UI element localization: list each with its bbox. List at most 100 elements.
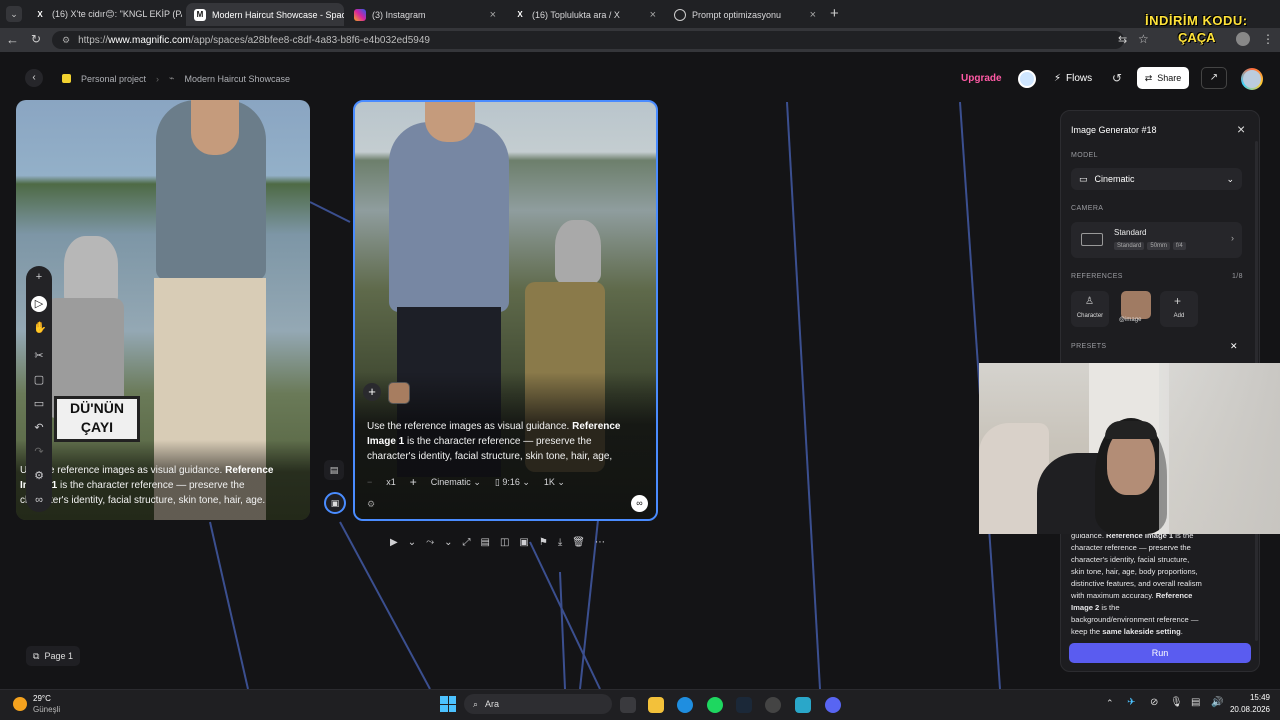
close-tab-icon[interactable]: × bbox=[810, 9, 816, 21]
play-icon[interactable]: ▶ bbox=[390, 537, 398, 548]
connect-icon[interactable]: ⤳ bbox=[426, 537, 434, 548]
flows-button[interactable]: ⚡ Flows bbox=[1054, 73, 1092, 84]
site-info-icon[interactable]: ⚙ bbox=[62, 35, 70, 46]
discord-icon[interactable] bbox=[825, 697, 841, 713]
select-cursor-icon[interactable]: ▷ bbox=[31, 296, 47, 312]
network-icon[interactable]: ▤ bbox=[1191, 697, 1200, 708]
tab-magnific[interactable]: M Modern Haircut Showcase - Space × bbox=[186, 3, 344, 26]
node-settings-icon[interactable]: ⚙ bbox=[367, 499, 375, 510]
reference-thumb[interactable] bbox=[388, 382, 410, 404]
close-tab-icon[interactable]: × bbox=[490, 9, 496, 21]
scissors-icon[interactable]: ✂ bbox=[33, 350, 45, 362]
taskbar-search[interactable]: ⌕ Ara bbox=[464, 694, 612, 714]
tab-x-1[interactable]: X (16) X'te cidır😊: "KNGL EKİP (PAR bbox=[26, 3, 182, 26]
reference-add-button[interactable]: + Add bbox=[1160, 291, 1198, 327]
breadcrumb-project[interactable]: Personal project bbox=[81, 74, 146, 84]
instagram-favicon-icon bbox=[354, 8, 366, 21]
translate-icon[interactable]: ⇆ bbox=[1118, 33, 1127, 46]
tab-instagram[interactable]: (3) Instagram × bbox=[346, 3, 504, 26]
expand-icon[interactable]: ⤢ bbox=[462, 537, 470, 548]
comment-icon[interactable]: ▭ bbox=[33, 398, 45, 410]
add-node-icon[interactable]: + bbox=[33, 271, 45, 283]
breadcrumb-space[interactable]: Modern Haircut Showcase bbox=[184, 74, 290, 84]
task-view-icon[interactable] bbox=[620, 697, 636, 713]
camera-select[interactable]: Standard Standard 50mm f/4 › bbox=[1071, 222, 1242, 258]
close-tab-icon[interactable]: × bbox=[650, 9, 656, 21]
tab-x-2[interactable]: X (16) Toplulukta ara / X × bbox=[506, 3, 664, 26]
steam-icon[interactable] bbox=[736, 697, 752, 713]
export-icon[interactable]: ↗ bbox=[1201, 67, 1227, 89]
back-button[interactable]: ‹ bbox=[25, 69, 43, 87]
tray-app-icon[interactable]: ✈ bbox=[1127, 697, 1135, 708]
undo-icon[interactable]: ↶ bbox=[33, 422, 45, 434]
ratio-select[interactable]: ▯ 9:16 ⌄ bbox=[495, 477, 530, 488]
clock-time[interactable]: 15:49 bbox=[1228, 693, 1270, 702]
chevron-down-icon[interactable]: ⌄ bbox=[408, 537, 416, 548]
wifi-off-icon[interactable]: ⊘ bbox=[1150, 697, 1158, 708]
clock-date[interactable]: 20.08.2026 bbox=[1222, 705, 1270, 714]
close-panel-icon[interactable]: × bbox=[1237, 121, 1245, 137]
profile-avatar[interactable] bbox=[1236, 32, 1250, 46]
frame-icon[interactable]: ▢ bbox=[33, 374, 45, 386]
weather-desc[interactable]: Güneşli bbox=[33, 705, 60, 714]
page-icon: ⧉ bbox=[33, 650, 40, 661]
infinity-run-icon[interactable]: ∞ bbox=[631, 495, 648, 512]
tab-prompt[interactable]: Prompt optimizasyonu × bbox=[666, 3, 824, 26]
run-button[interactable]: Run bbox=[1069, 643, 1251, 663]
flow-icon: ⌁ bbox=[169, 73, 175, 83]
upgrade-link[interactable]: Upgrade bbox=[961, 73, 1002, 84]
layers-icon[interactable]: ◫ bbox=[500, 537, 509, 548]
increment-icon[interactable]: + bbox=[410, 475, 417, 489]
decrement-icon[interactable]: − bbox=[367, 477, 372, 487]
node-right-image[interactable]: + Use the reference images as visual gui… bbox=[353, 100, 658, 521]
node-right-prompt[interactable]: Use the reference images as visual guida… bbox=[367, 419, 652, 464]
model-select[interactable]: ▭ Cinematic ⌄ bbox=[1071, 168, 1242, 190]
edge-icon[interactable] bbox=[677, 697, 693, 713]
notes-icon[interactable]: ▤ bbox=[480, 537, 489, 548]
node-left-image[interactable]: DÜ'NÜN ÇAYI Use the reference images as v… bbox=[16, 100, 310, 520]
collaborator-avatar[interactable] bbox=[1018, 70, 1036, 88]
model-select[interactable]: Cinematic ⌄ bbox=[431, 477, 481, 488]
url-field[interactable]: ⚙ https://www.magnific.com/app/spaces/a2… bbox=[52, 31, 1124, 49]
bookmark-star-icon[interactable]: ☆ bbox=[1138, 32, 1149, 46]
history-icon[interactable]: ↺ bbox=[1112, 71, 1122, 85]
reload-icon[interactable]: ↻ bbox=[31, 32, 41, 46]
hand-pan-icon[interactable]: ✋ bbox=[33, 322, 47, 334]
resolution-select[interactable]: 1K ⌄ bbox=[544, 477, 565, 488]
share-button[interactable]: ⇄ Share bbox=[1137, 67, 1189, 89]
camera-tag: Standard bbox=[1114, 242, 1145, 250]
app-icon[interactable] bbox=[765, 697, 781, 713]
windows-start-icon[interactable] bbox=[440, 696, 456, 712]
more-icon[interactable]: ⋯ bbox=[595, 537, 605, 548]
share-icon: ⇄ bbox=[1144, 72, 1153, 83]
back-arrow-icon[interactable]: ← bbox=[6, 32, 19, 47]
spotify-icon[interactable] bbox=[707, 697, 723, 713]
weather-temp[interactable]: 29°C bbox=[33, 694, 51, 703]
reference-character-button[interactable]: ♙ Character bbox=[1071, 291, 1109, 327]
node-left-prompt[interactable]: Use the reference images as visual guida… bbox=[20, 463, 290, 508]
trash-icon[interactable]: 🗑 bbox=[572, 537, 585, 548]
chevron-down-icon[interactable]: ⌄ bbox=[444, 537, 452, 548]
page-selector[interactable]: ⧉ Page 1 bbox=[26, 646, 80, 666]
settings-gear-icon[interactable]: ⚙ bbox=[33, 470, 45, 482]
tray-chevron-icon[interactable]: ⌃ bbox=[1106, 698, 1114, 709]
image-icon[interactable]: ▣ bbox=[519, 537, 528, 548]
bookmark-icon[interactable]: ⚑ bbox=[539, 537, 548, 548]
search-label: Ara bbox=[485, 699, 500, 709]
microphone-icon[interactable]: 🎙 bbox=[1170, 697, 1183, 708]
clear-presets-icon[interactable]: ✕ bbox=[1230, 341, 1238, 352]
tab-search-button[interactable]: ⌄ bbox=[6, 6, 22, 22]
new-tab-button[interactable]: + bbox=[830, 5, 839, 22]
add-reference-button[interactable]: + bbox=[363, 383, 381, 401]
infinity-icon[interactable]: ∞ bbox=[33, 494, 45, 506]
download-icon[interactable]: ⤓ bbox=[558, 537, 562, 548]
text-node-icon[interactable]: ▤ bbox=[324, 460, 344, 480]
notepad-icon[interactable] bbox=[795, 697, 811, 713]
user-avatar[interactable] bbox=[1241, 68, 1263, 90]
redo-icon[interactable]: ↷ bbox=[33, 446, 45, 458]
panel-prompt-text[interactable]: guidance. Reference Image 1 is the chara… bbox=[1071, 530, 1243, 638]
reference-image-thumb[interactable] bbox=[1121, 291, 1151, 319]
image-input-port-icon[interactable]: ▣ bbox=[324, 492, 346, 514]
file-explorer-icon[interactable] bbox=[648, 697, 664, 713]
menu-dots-icon[interactable]: ⋮ bbox=[1262, 32, 1274, 46]
